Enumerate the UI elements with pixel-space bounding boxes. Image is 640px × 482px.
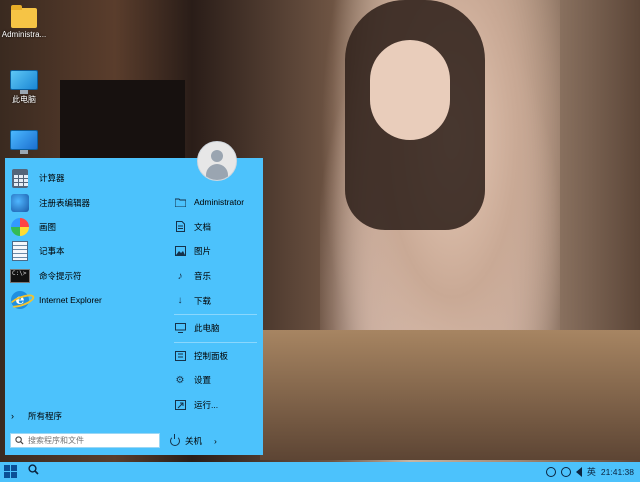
app-label: 命令提示符 xyxy=(39,270,82,281)
place-label: 此电脑 xyxy=(194,323,220,334)
place-label: 控制面板 xyxy=(194,350,229,361)
app-command-prompt[interactable]: C:\> 命令提示符 xyxy=(5,264,165,288)
computer-icon xyxy=(173,321,187,335)
registry-editor-icon xyxy=(11,193,29,212)
desktop-icon-network[interactable] xyxy=(0,130,54,154)
clock[interactable]: 21:41:38 xyxy=(601,467,634,477)
pinned-apps-list: 计算器 注册表编辑器 画图 记事本 C:\> 命令提示符 e Internet … xyxy=(5,166,165,312)
search-icon xyxy=(15,436,24,445)
separator xyxy=(174,341,257,343)
user-avatar[interactable] xyxy=(197,141,237,181)
start-search-box[interactable] xyxy=(10,433,160,448)
paint-icon xyxy=(11,217,29,236)
all-programs-button[interactable]: › 所有程序 xyxy=(11,410,62,422)
chevron-right-icon[interactable]: › xyxy=(214,436,217,446)
app-notepad[interactable]: 记事本 xyxy=(5,239,165,263)
place-label: 音乐 xyxy=(194,271,212,282)
wallpaper-sofa xyxy=(260,330,640,460)
separator xyxy=(174,313,257,315)
network-icon xyxy=(10,130,38,154)
download-icon: ↓ xyxy=(177,295,183,307)
computer-icon xyxy=(10,70,38,94)
taskbar: 英 21:41:38 xyxy=(0,462,640,482)
all-programs-label: 所有程序 xyxy=(28,411,63,421)
place-pictures[interactable]: 图片 xyxy=(168,239,263,264)
app-paint[interactable]: 画图 xyxy=(5,215,165,239)
place-control-panel[interactable]: 控制面板 xyxy=(168,344,263,369)
place-label: 图片 xyxy=(194,246,212,257)
app-label: 画图 xyxy=(39,221,57,232)
chevron-right-icon: › xyxy=(11,411,14,421)
place-downloads[interactable]: ↓ 下载 xyxy=(168,288,263,313)
shutdown-button[interactable]: 关机 › xyxy=(170,433,217,448)
notepad-icon xyxy=(12,241,28,262)
folder-icon xyxy=(11,5,37,28)
app-label: Internet Explorer xyxy=(39,295,102,306)
place-settings[interactable]: ⚙ 设置 xyxy=(168,368,263,393)
place-label: 文档 xyxy=(194,221,212,232)
app-label: 记事本 xyxy=(39,246,65,257)
place-label: 运行... xyxy=(194,400,219,411)
security-icon[interactable] xyxy=(545,466,556,477)
place-label: 下载 xyxy=(194,295,212,306)
place-documents[interactable]: 文档 xyxy=(168,215,263,240)
taskbar-search-button[interactable] xyxy=(28,464,39,478)
shutdown-label: 关机 xyxy=(185,435,203,446)
search-input[interactable] xyxy=(24,434,153,447)
place-label: 设置 xyxy=(194,375,212,386)
app-label: 注册表编辑器 xyxy=(39,197,91,208)
user-folder-icon xyxy=(173,195,187,209)
gear-icon: ⚙ xyxy=(175,374,185,386)
power-icon xyxy=(170,433,180,446)
input-method-indicator[interactable]: 英 xyxy=(587,465,596,478)
place-label: Administrator xyxy=(194,197,245,208)
volume-icon[interactable] xyxy=(575,466,582,477)
place-this-pc[interactable]: 此电脑 xyxy=(168,316,263,341)
desktop-icon-label: 此电脑 xyxy=(12,95,36,104)
network-status-icon[interactable] xyxy=(560,466,571,477)
search-icon xyxy=(28,464,39,475)
app-calculator[interactable]: 计算器 xyxy=(5,166,165,190)
run-icon xyxy=(173,398,187,412)
app-registry-editor[interactable]: 注册表编辑器 xyxy=(5,190,165,214)
music-icon: ♪ xyxy=(177,270,183,282)
document-icon xyxy=(173,220,187,234)
start-button[interactable] xyxy=(4,465,17,478)
picture-icon xyxy=(173,244,187,258)
place-music[interactable]: ♪ 音乐 xyxy=(168,264,263,289)
calculator-icon xyxy=(12,168,28,188)
app-internet-explorer[interactable]: e Internet Explorer xyxy=(5,288,165,312)
system-tray: 英 21:41:38 xyxy=(545,465,634,478)
wallpaper-face xyxy=(370,40,450,140)
start-menu: 计算器 注册表编辑器 画图 记事本 C:\> 命令提示符 e Internet … xyxy=(5,141,263,455)
desktop-icon-label: Administra... xyxy=(1,30,47,39)
place-run[interactable]: 运行... xyxy=(168,393,263,418)
cmd-icon: C:\> xyxy=(10,268,30,283)
app-label: 计算器 xyxy=(39,173,65,184)
ie-icon: e xyxy=(11,291,29,310)
places-list: Administrator 文档 图片 ♪ 音乐 ↓ 下载 此电脑 控制面板 ⚙… xyxy=(168,190,263,417)
desktop-icon-administrator[interactable]: Administra... xyxy=(0,5,54,39)
desktop-icon-this-pc[interactable]: 此电脑 xyxy=(0,70,54,105)
control-panel-icon xyxy=(173,349,187,363)
place-administrator[interactable]: Administrator xyxy=(168,190,263,215)
